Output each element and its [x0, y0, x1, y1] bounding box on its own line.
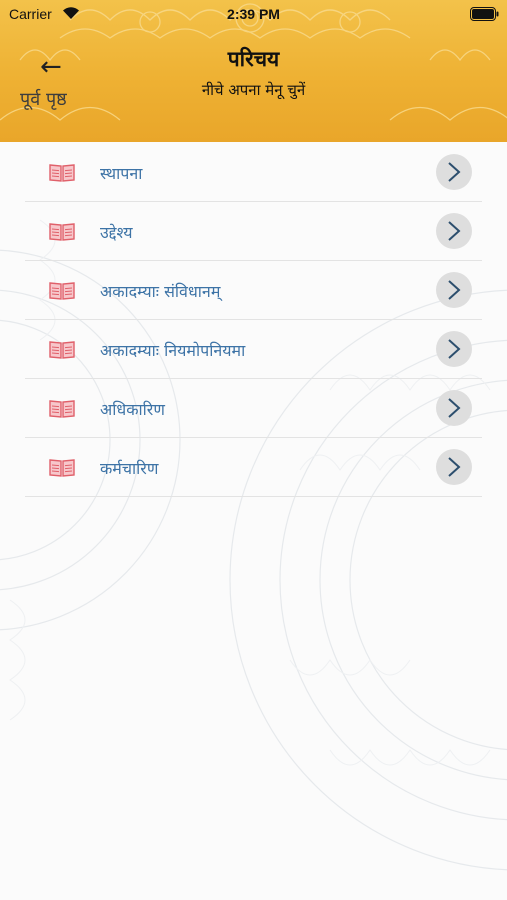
clock: 2:39 PM	[227, 6, 280, 22]
menu-item-label: स्थापना	[100, 164, 143, 183]
chevron-right-icon[interactable]	[436, 449, 472, 485]
book-icon	[49, 164, 75, 182]
status-bar: Carrier 2:39 PM	[0, 0, 507, 28]
menu-item-label: अकादम्याः नियमोपनियमा	[100, 341, 246, 360]
menu-item-label: उद्देश्य	[100, 223, 133, 242]
menu-item-samvidhanam[interactable]: अकादम्याः संविधानम्	[25, 261, 482, 320]
chevron-right-icon[interactable]	[436, 272, 472, 308]
chevron-right-icon[interactable]	[436, 213, 472, 249]
menu-item-adhikarin[interactable]: अधिकारिण	[25, 379, 482, 438]
chevron-right-icon[interactable]	[436, 154, 472, 190]
menu-item-uddeshya[interactable]: उद्देश्य	[25, 202, 482, 261]
chevron-right-icon[interactable]	[436, 331, 472, 367]
page-title: परिचय	[227, 47, 280, 71]
book-icon	[49, 223, 75, 241]
page-subtitle: नीचे अपना मेनू चुनें	[201, 81, 306, 99]
menu-item-label: अधिकारिण	[100, 400, 165, 419]
book-icon	[49, 400, 75, 418]
screen: Carrier 2:39 PM ← पूर्व पृष्ठ परिचय नीचे…	[0, 0, 507, 900]
menu-item-label: अकादम्याः संविधानम्	[100, 282, 221, 301]
battery-icon	[470, 7, 499, 21]
book-icon	[49, 341, 75, 359]
book-icon	[49, 282, 75, 300]
menu-list: स्थापना उद्देश्य अकादम्याः संविधानम् अका…	[25, 143, 482, 497]
menu-item-niyamopaniyama[interactable]: अकादम्याः नियमोपनियमा	[25, 320, 482, 379]
header: Carrier 2:39 PM ← पूर्व पृष्ठ परिचय नीचे…	[0, 0, 507, 142]
menu-item-karmacharin[interactable]: कर्मचारिण	[25, 438, 482, 497]
chevron-right-icon[interactable]	[436, 390, 472, 426]
menu-item-sthapana[interactable]: स्थापना	[25, 143, 482, 202]
menu-item-label: कर्मचारिण	[100, 459, 159, 478]
book-icon	[49, 459, 75, 477]
